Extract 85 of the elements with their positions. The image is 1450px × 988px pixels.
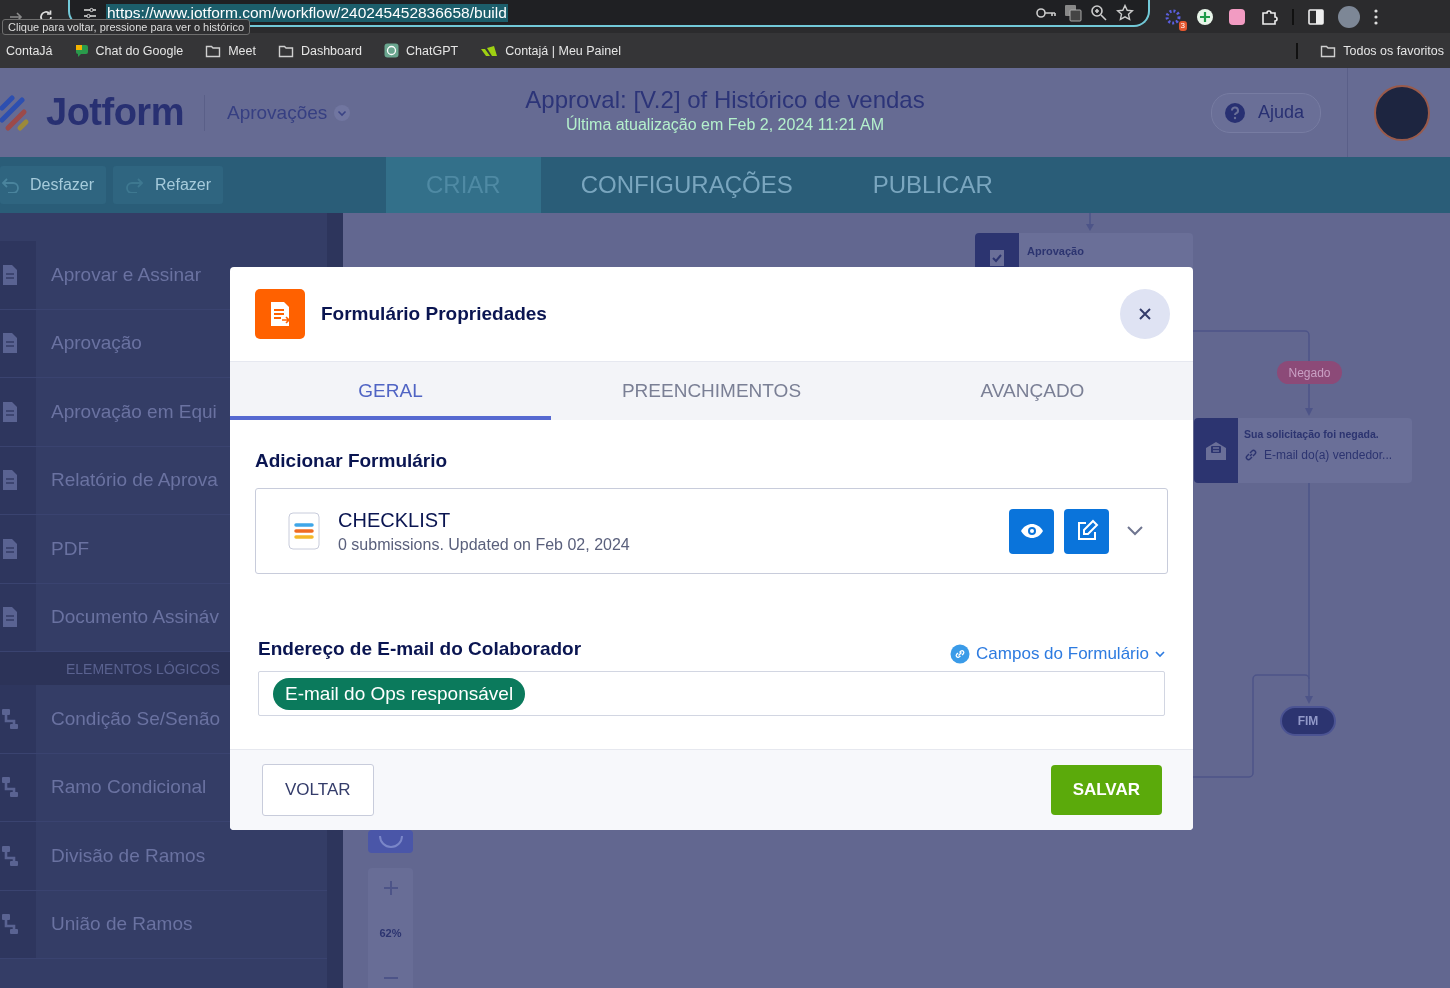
- bookmark[interactable]: ChatGPT: [384, 43, 459, 58]
- translate-icon[interactable]: [1064, 3, 1082, 22]
- branch-icon: [0, 913, 20, 936]
- field-tag: E-mail do Ops responsável: [273, 677, 526, 710]
- site-settings-icon[interactable]: [82, 5, 98, 20]
- chevron-down-icon: [333, 103, 352, 122]
- link-icon: [1244, 448, 1258, 462]
- spinner-extension-icon[interactable]: [1164, 7, 1182, 26]
- form-details: 0 submissions. Updated on Feb 02, 2024: [338, 535, 630, 554]
- zoom-icon[interactable]: [1090, 3, 1108, 22]
- dialog-tab[interactable]: GERAL: [230, 366, 551, 420]
- chevron-down-icon: [1155, 650, 1165, 658]
- plus-extension-icon[interactable]: [1196, 7, 1214, 26]
- connector-arrow: [1086, 213, 1094, 231]
- email-node[interactable]: Sua solicitação foi negada. E-mail do(a) vendedor...: [1194, 418, 1412, 483]
- nav-tab[interactable]: CONFIGURAÇÕES: [540, 157, 833, 213]
- branch-icon: [0, 707, 20, 730]
- logo-icon: [480, 44, 499, 57]
- bookmark[interactable]: Chat do Google: [74, 43, 184, 58]
- document-icon: [0, 469, 20, 492]
- profile-avatar[interactable]: [1338, 5, 1360, 28]
- kebab-menu-icon[interactable]: [1374, 8, 1378, 25]
- check-document-icon: [987, 248, 1007, 268]
- url-text: https://www.jotform.com/workflow/240245452836658/build: [106, 3, 508, 22]
- cursor-arc-icon: [378, 835, 403, 848]
- question-icon: [1223, 101, 1246, 124]
- side-panel-icon[interactable]: [1308, 8, 1324, 25]
- denied-branch-label: Negado: [1277, 361, 1342, 384]
- bookmark[interactable]: ContaJá: [6, 43, 53, 58]
- branch-icon: [0, 844, 20, 867]
- close-button[interactable]: [1120, 289, 1170, 339]
- key-icon[interactable]: [1036, 6, 1056, 19]
- dialog-tab[interactable]: PREENCHIMENTOS: [551, 366, 872, 420]
- eye-icon: [1019, 523, 1044, 539]
- back-button-tooltip: Clique para voltar, pressione para ver o histórico: [2, 19, 250, 35]
- link-icon: [950, 644, 971, 664]
- last-updated-text: Última atualização em Feb 2, 2024 11:21 AM: [564, 115, 886, 134]
- chatgpt-icon: [384, 43, 400, 58]
- extension-icon[interactable]: [1228, 7, 1246, 26]
- email-recipient: E-mail do(a) vendedor...: [1264, 448, 1393, 462]
- chevron-down-icon[interactable]: [1127, 526, 1143, 536]
- sidebar-item[interactable]: Divisão de Ramos: [0, 822, 327, 891]
- document-icon: [0, 332, 20, 355]
- sidebar-item[interactable]: União de Ramos: [0, 890, 327, 959]
- form-name: CHECKLIST: [338, 508, 452, 532]
- puzzle-icon[interactable]: [1260, 7, 1278, 26]
- dialog-tab[interactable]: AVANÇADO: [872, 366, 1193, 420]
- end-node[interactable]: FIM: [1280, 706, 1336, 736]
- chat-icon: [74, 43, 89, 58]
- save-button[interactable]: SALVAR: [1050, 765, 1162, 815]
- branch-icon: [0, 776, 20, 799]
- undo-button[interactable]: Desfazer: [0, 166, 107, 204]
- back-button[interactable]: VOLTAR: [262, 764, 374, 816]
- folder-icon: [1320, 43, 1337, 58]
- email-input-field[interactable]: E-mail do Ops responsável: [258, 671, 1165, 716]
- bookmark[interactable]: Dashboard: [277, 43, 363, 58]
- extension-badge: 3: [1178, 20, 1187, 31]
- plus-icon: [382, 880, 399, 896]
- form-list-icon: [288, 512, 320, 550]
- nav-tab[interactable]: PUBLICAR: [832, 157, 1033, 213]
- zoom-level: 62%: [379, 926, 402, 941]
- star-icon[interactable]: [1116, 3, 1134, 22]
- jotform-logo-icon: [0, 93, 30, 132]
- account-avatar[interactable]: [1374, 84, 1430, 141]
- document-icon: [0, 537, 20, 560]
- folder-icon: [277, 43, 294, 58]
- bookmark[interactable]: Meet: [205, 43, 256, 58]
- form-fields-link[interactable]: Campos do Formulário: [950, 644, 1165, 664]
- workflow-title: Approval: [V.2] of Histórico de vendas: [525, 85, 925, 114]
- redo-button[interactable]: Refazer: [113, 166, 224, 204]
- document-icon: [0, 400, 20, 423]
- help-button[interactable]: Ajuda: [1210, 92, 1321, 133]
- form-document-icon: [269, 301, 291, 327]
- logo-text: Jotform: [46, 91, 184, 134]
- folder-icon: [205, 43, 222, 58]
- preview-button[interactable]: [1009, 508, 1054, 554]
- bookmark[interactable]: Todos os favoritos: [1320, 43, 1444, 58]
- close-icon: [1138, 307, 1152, 321]
- document-icon: [0, 263, 20, 286]
- undo-icon: [0, 177, 20, 193]
- envelope-icon: [1204, 439, 1228, 462]
- edit-button[interactable]: [1064, 508, 1109, 554]
- bookmark[interactable]: Contajá | Meu Painel: [480, 43, 621, 58]
- email-subject: Sua solicitação foi negada.: [1244, 428, 1380, 440]
- document-icon: [0, 606, 20, 629]
